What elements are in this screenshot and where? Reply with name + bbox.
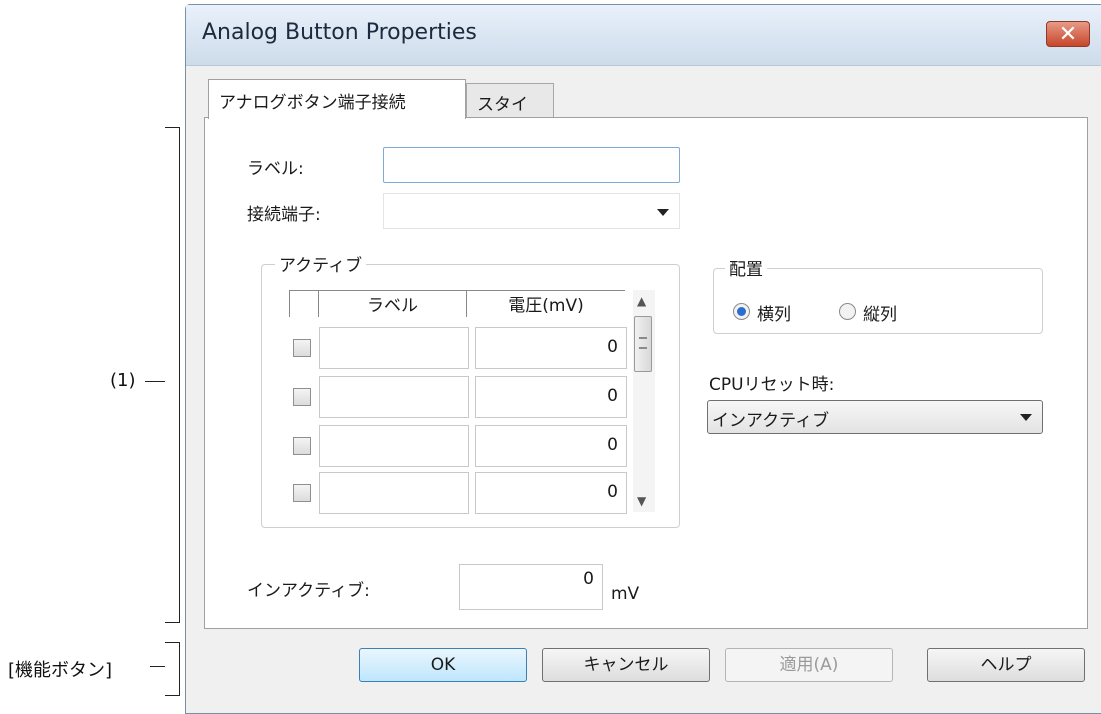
label-input[interactable] — [383, 147, 680, 183]
title-bar: Analog Button Properties ✕ — [186, 5, 1101, 66]
chevron-down-icon[interactable] — [657, 209, 669, 216]
row-2-checkbox[interactable] — [293, 388, 311, 406]
row-1-label-cell[interactable] — [319, 327, 469, 369]
help-button[interactable]: ヘルプ — [927, 648, 1085, 682]
cancel-button[interactable]: キャンセル — [542, 648, 710, 682]
row-1-voltage-cell[interactable]: 0 — [475, 327, 627, 369]
inactive-caption: インアクティブ: — [247, 581, 370, 601]
scroll-up-icon[interactable]: ▲ — [637, 294, 646, 308]
cpu-reset-caption: CPUリセット時: — [709, 375, 835, 395]
region1-annotation-tick — [145, 381, 165, 382]
close-button[interactable]: ✕ — [1046, 21, 1090, 47]
function-buttons-annotation-tick — [150, 666, 165, 667]
scrollbar-thumb[interactable] — [634, 316, 652, 372]
header-label-column: ラベル — [319, 291, 467, 317]
row-4-checkbox[interactable] — [293, 484, 311, 502]
apply-button[interactable]: 適用(A) — [725, 648, 893, 682]
terminal-caption: 接続端子: — [247, 205, 321, 225]
inactive-unit: mV — [611, 584, 640, 604]
tab-panel: ラベル: 接続端子: アクティブ ラベル 電圧(mV) 0 0 0 0 ▲ ▼ … — [204, 117, 1088, 629]
scrollbar-grip — [639, 337, 647, 349]
row-3-voltage-cell[interactable]: 0 — [475, 425, 627, 467]
active-table-header: ラベル 電圧(mV) — [289, 290, 625, 317]
cpu-reset-value: インアクティブ — [712, 411, 830, 431]
layout-horizontal-radio[interactable] — [733, 303, 750, 320]
layout-vertical-radio[interactable] — [839, 303, 856, 320]
row-4-label-cell[interactable] — [319, 472, 469, 514]
terminal-combobox[interactable] — [383, 193, 680, 229]
row-3-label-cell[interactable] — [319, 425, 469, 467]
dialog-title: Analog Button Properties — [202, 20, 477, 45]
tab-style[interactable]: スタイル — [466, 83, 554, 140]
scroll-down-icon[interactable]: ▼ — [637, 494, 646, 508]
inactive-voltage-input[interactable]: 0 — [459, 564, 603, 610]
ok-button[interactable]: OK — [359, 648, 527, 682]
layout-vertical-label[interactable]: 縦列 — [863, 300, 897, 325]
row-2-label-cell[interactable] — [319, 376, 469, 418]
row-4-voltage-cell[interactable]: 0 — [475, 472, 627, 514]
function-buttons-annotation-label: [機能ボタン] — [8, 660, 113, 681]
tab-analog-button-terminal[interactable]: アナログボタン端子接続 — [208, 79, 466, 119]
header-check-column — [289, 291, 319, 317]
cpu-reset-select[interactable]: インアクティブ — [707, 400, 1043, 434]
row-1-checkbox[interactable] — [293, 339, 311, 357]
function-buttons-bracket — [165, 642, 180, 696]
close-icon: ✕ — [1058, 22, 1078, 47]
active-table-scrollbar[interactable]: ▲ ▼ — [633, 290, 655, 512]
region1-bracket — [165, 127, 180, 623]
layout-horizontal-label[interactable]: 横列 — [757, 300, 791, 325]
layout-group-caption: 配置 — [725, 255, 767, 280]
row-3-checkbox[interactable] — [293, 437, 311, 455]
row-2-voltage-cell[interactable]: 0 — [475, 376, 627, 418]
header-voltage-column: 電圧(mV) — [508, 296, 584, 316]
label-caption: ラベル: — [247, 159, 304, 179]
tab-label: アナログボタン端子接続 — [219, 93, 406, 113]
analog-button-properties-dialog: Analog Button Properties ✕ アナログボタン端子接続 ス… — [185, 4, 1101, 714]
active-group-caption: アクティブ — [275, 251, 367, 276]
region1-annotation-label: (1) — [110, 370, 136, 391]
chevron-down-icon — [1020, 414, 1032, 421]
